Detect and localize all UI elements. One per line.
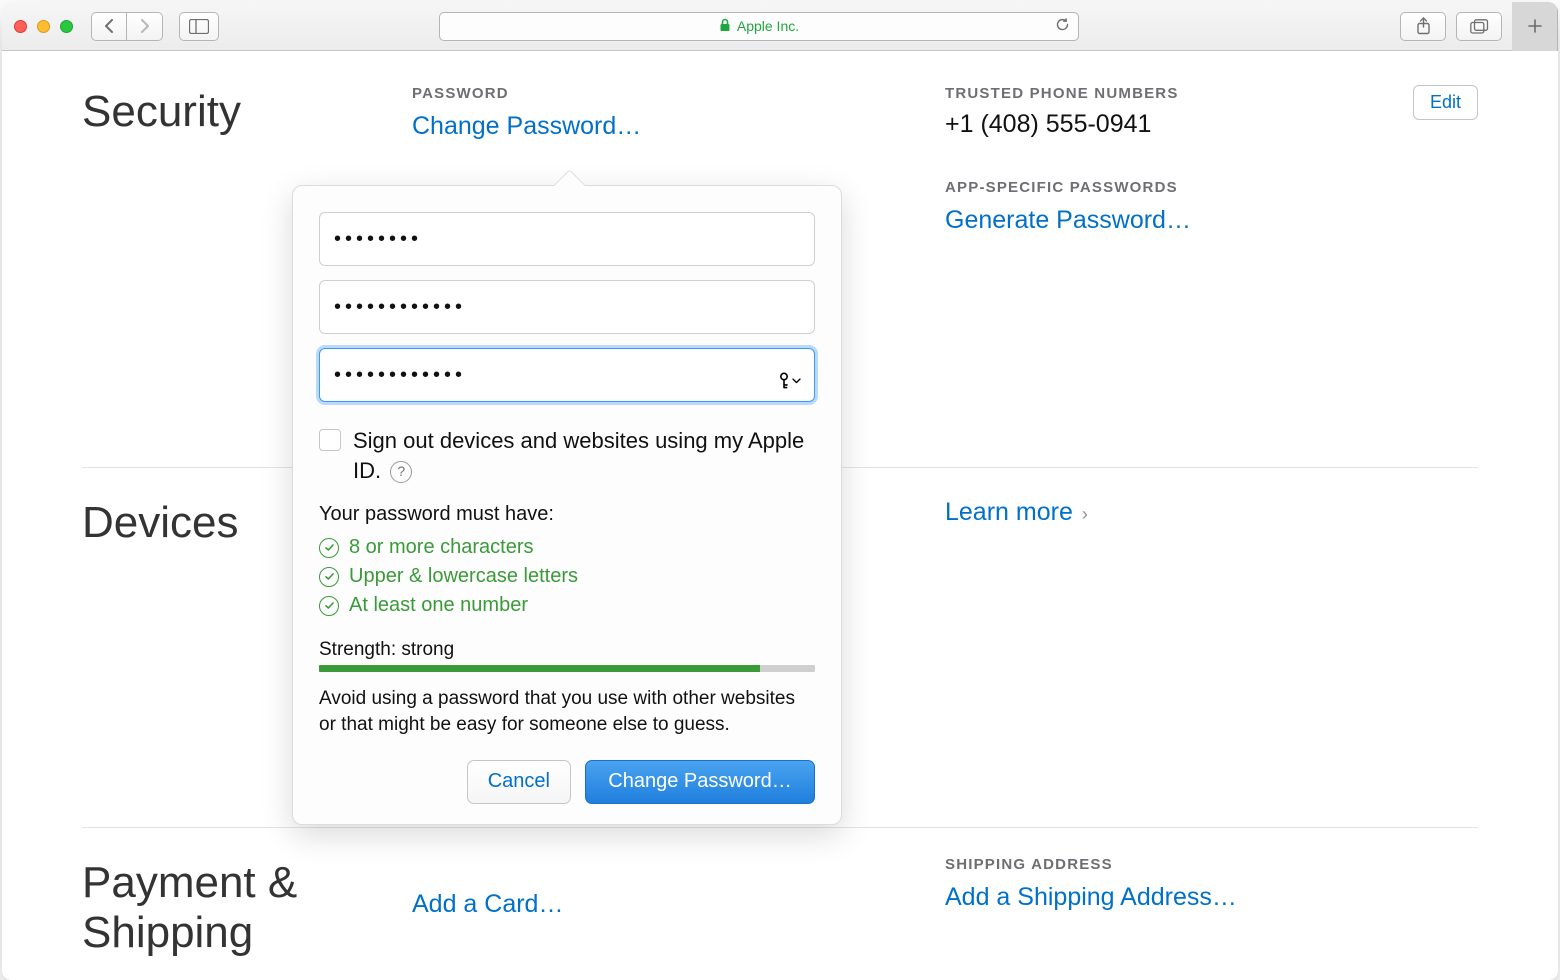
req-case-text: Upper & lowercase letters	[349, 565, 578, 588]
checkmark-circle-icon	[319, 538, 339, 558]
app-specific-kicker: APP-SPECIFIC PASSWORDS	[945, 179, 1448, 196]
checkmark-circle-icon	[319, 567, 339, 587]
page-content: Security PASSWORD Change Password… TRUST…	[2, 51, 1558, 980]
show-sidebar-button[interactable]	[179, 12, 219, 41]
browser-toolbar: Apple Inc.	[2, 2, 1558, 51]
password-kicker: PASSWORD	[412, 85, 915, 102]
change-password-button[interactable]: Change Password…	[585, 760, 815, 804]
change-password-popover: Sign out devices and websites using my A…	[292, 185, 842, 825]
trusted-phones-kicker: TRUSTED PHONE NUMBERS	[945, 85, 1448, 102]
change-password-link[interactable]: Change Password…	[412, 110, 915, 143]
req-number: At least one number	[319, 594, 815, 617]
chevron-right-icon	[139, 19, 150, 33]
payment-col-card: Add a Card…	[412, 856, 945, 959]
address-bar[interactable]: Apple Inc.	[439, 12, 1079, 41]
minimize-window-button[interactable]	[37, 20, 50, 33]
payment-heading: Payment & Shipping	[82, 856, 412, 959]
url-label: Apple Inc.	[737, 18, 799, 34]
toolbar-right	[1400, 2, 1546, 51]
trusted-phone-value: +1 (408) 555-0941	[945, 110, 1448, 139]
signout-text: Sign out devices and websites using my A…	[353, 428, 804, 483]
shipping-kicker: SHIPPING ADDRESS	[945, 856, 1448, 873]
signout-checkbox-row: Sign out devices and websites using my A…	[319, 426, 815, 485]
lock-icon	[719, 18, 731, 35]
add-shipping-address-link[interactable]: Add a Shipping Address…	[945, 881, 1448, 914]
checkmark-circle-icon	[319, 596, 339, 616]
password-requirements-heading: Your password must have:	[319, 503, 815, 526]
forward-button[interactable]	[127, 12, 163, 41]
signout-checkbox[interactable]	[319, 429, 341, 451]
new-password-input[interactable]	[319, 280, 815, 334]
help-icon[interactable]: ?	[390, 461, 412, 483]
content-container: Security PASSWORD Change Password… TRUST…	[82, 51, 1478, 959]
payment-section: Payment & Shipping Add a Card… SHIPPING …	[82, 828, 1478, 959]
add-card-link[interactable]: Add a Card…	[412, 888, 915, 921]
close-window-button[interactable]	[14, 20, 27, 33]
strength-meter	[319, 665, 815, 672]
confirm-password-input[interactable]	[319, 348, 815, 402]
plus-icon	[1527, 18, 1543, 34]
cancel-button[interactable]: Cancel	[467, 760, 571, 804]
popover-buttons: Cancel Change Password…	[319, 760, 815, 804]
back-button[interactable]	[91, 12, 127, 41]
tabs-icon	[1470, 19, 1489, 34]
req-case: Upper & lowercase letters	[319, 565, 815, 588]
strength-bar	[319, 665, 760, 672]
reload-button[interactable]	[1055, 17, 1070, 35]
security-section: Security PASSWORD Change Password… TRUST…	[82, 85, 1478, 468]
nav-buttons	[91, 12, 163, 41]
learn-more-link[interactable]: Learn more ›	[945, 498, 1088, 526]
reload-icon	[1055, 17, 1070, 32]
payment-col-shipping: SHIPPING ADDRESS Add a Shipping Address…	[945, 856, 1478, 959]
new-tab-button[interactable]	[1512, 2, 1558, 51]
req-length-text: 8 or more characters	[349, 536, 534, 559]
strength-label: Strength: strong	[319, 639, 815, 661]
window-controls	[14, 20, 73, 33]
generate-password-link[interactable]: Generate Password…	[945, 204, 1448, 237]
edit-button[interactable]: Edit	[1413, 85, 1478, 120]
zoom-window-button[interactable]	[60, 20, 73, 33]
share-icon	[1416, 17, 1431, 35]
chevron-right-icon: ›	[1077, 504, 1088, 524]
chevron-left-icon	[104, 19, 115, 33]
learn-more-text: Learn more	[945, 498, 1073, 526]
req-number-text: At least one number	[349, 594, 528, 617]
current-password-input[interactable]	[319, 212, 815, 266]
req-length: 8 or more characters	[319, 536, 815, 559]
sidebar-icon	[189, 19, 209, 34]
signout-checkbox-label: Sign out devices and websites using my A…	[353, 426, 815, 485]
safari-window: Apple Inc.	[2, 2, 1558, 980]
show-tabs-button[interactable]	[1456, 12, 1502, 41]
security-col-trusted: TRUSTED PHONE NUMBERS +1 (408) 555-0941 …	[945, 85, 1478, 237]
password-tip: Avoid using a password that you use with…	[319, 686, 815, 737]
share-button[interactable]	[1400, 12, 1446, 41]
